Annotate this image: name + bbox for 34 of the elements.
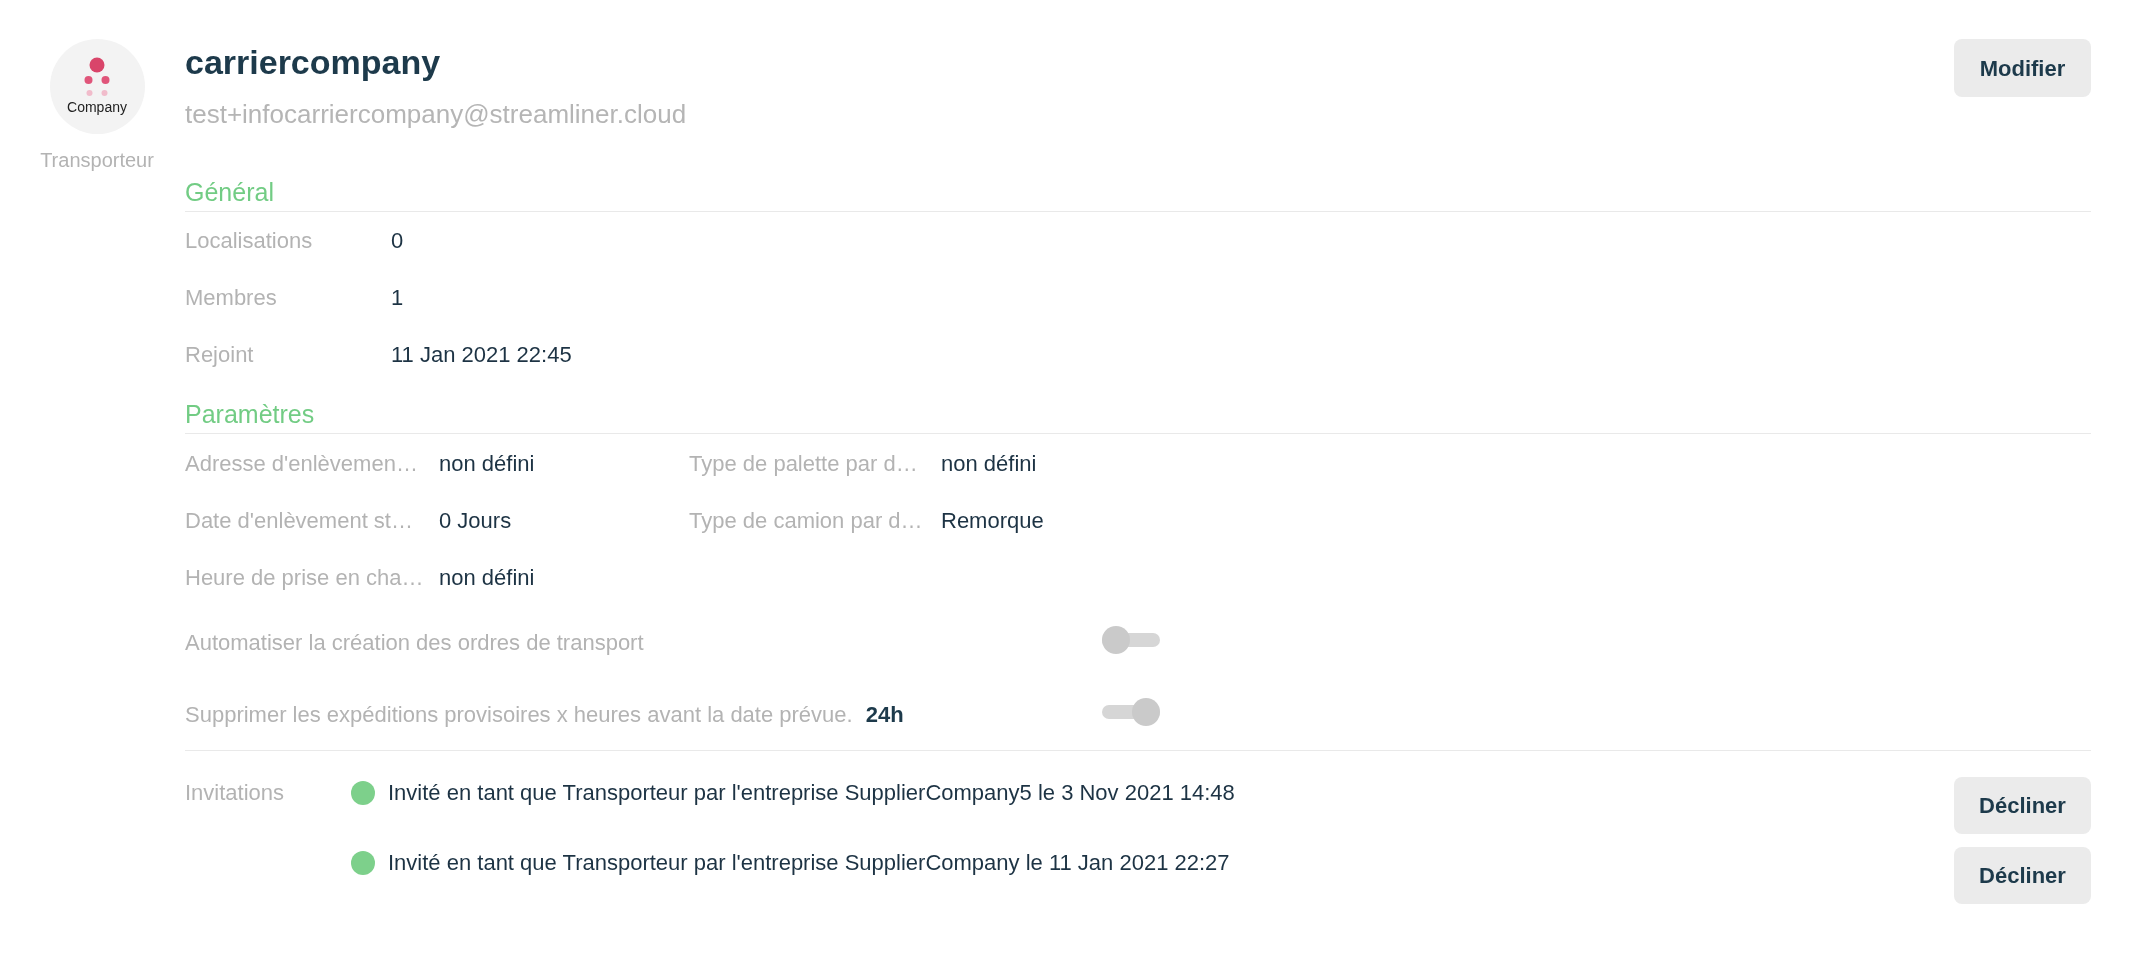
decline-button[interactable]: Décliner	[1954, 777, 2091, 834]
invitation-text: Invité en tant que Transporteur par l'entreprise SupplierCompany le 11 Jan 2021 22:27	[388, 849, 1230, 877]
field-label: Membres	[185, 285, 277, 310]
field-label: Rejoint	[185, 342, 254, 367]
invitation-text: Invité en tant que Transporteur par l'entreprise SupplierCompany5 le 3 Nov 2021 14:48	[388, 779, 1235, 807]
dots-icon	[84, 57, 110, 97]
field-label: Date d'enlèvement st…	[185, 508, 413, 533]
toggle-label: Automatiser la création des ordres de transport	[185, 628, 644, 657]
decline-button[interactable]: Décliner	[1954, 847, 2091, 904]
field-value: non défini	[439, 565, 535, 590]
toggle-label: Supprimer les expéditions provisoires x heures avant la date prévue.	[185, 700, 853, 729]
toggle-value: 24h	[865, 700, 904, 729]
field-value: Remorque	[941, 508, 1044, 533]
toggle-switch[interactable]	[1102, 625, 1160, 654]
company-email: test+infocarriercompany@streamliner.cloud	[185, 98, 687, 130]
field-label: Heure de prise en cha…	[185, 565, 424, 590]
company-name: carriercompany	[185, 42, 442, 82]
invitations-label: Invitations	[185, 780, 285, 805]
field-value: non défini	[941, 451, 1037, 476]
field-value: 1	[391, 284, 404, 312]
logo-text: Company	[67, 99, 127, 115]
field-label: Adresse d'enlèvemen…	[185, 451, 418, 476]
field-value: 0 Jours	[439, 508, 512, 533]
field-value: 0	[391, 227, 404, 255]
field-label: Type de camion par d…	[689, 508, 923, 533]
edit-button[interactable]: Modifier	[1954, 39, 2091, 97]
field-label: Localisations	[185, 228, 313, 253]
section-heading: Paramètres	[185, 399, 315, 429]
section-heading: Général	[185, 177, 274, 207]
field-value: non défini	[439, 451, 535, 476]
toggle-switch[interactable]	[1102, 697, 1160, 726]
field-label: Type de palette par d…	[689, 451, 918, 476]
role-label: Transporteur	[40, 148, 154, 172]
field-value: 11 Jan 2021 22:45	[391, 341, 572, 369]
